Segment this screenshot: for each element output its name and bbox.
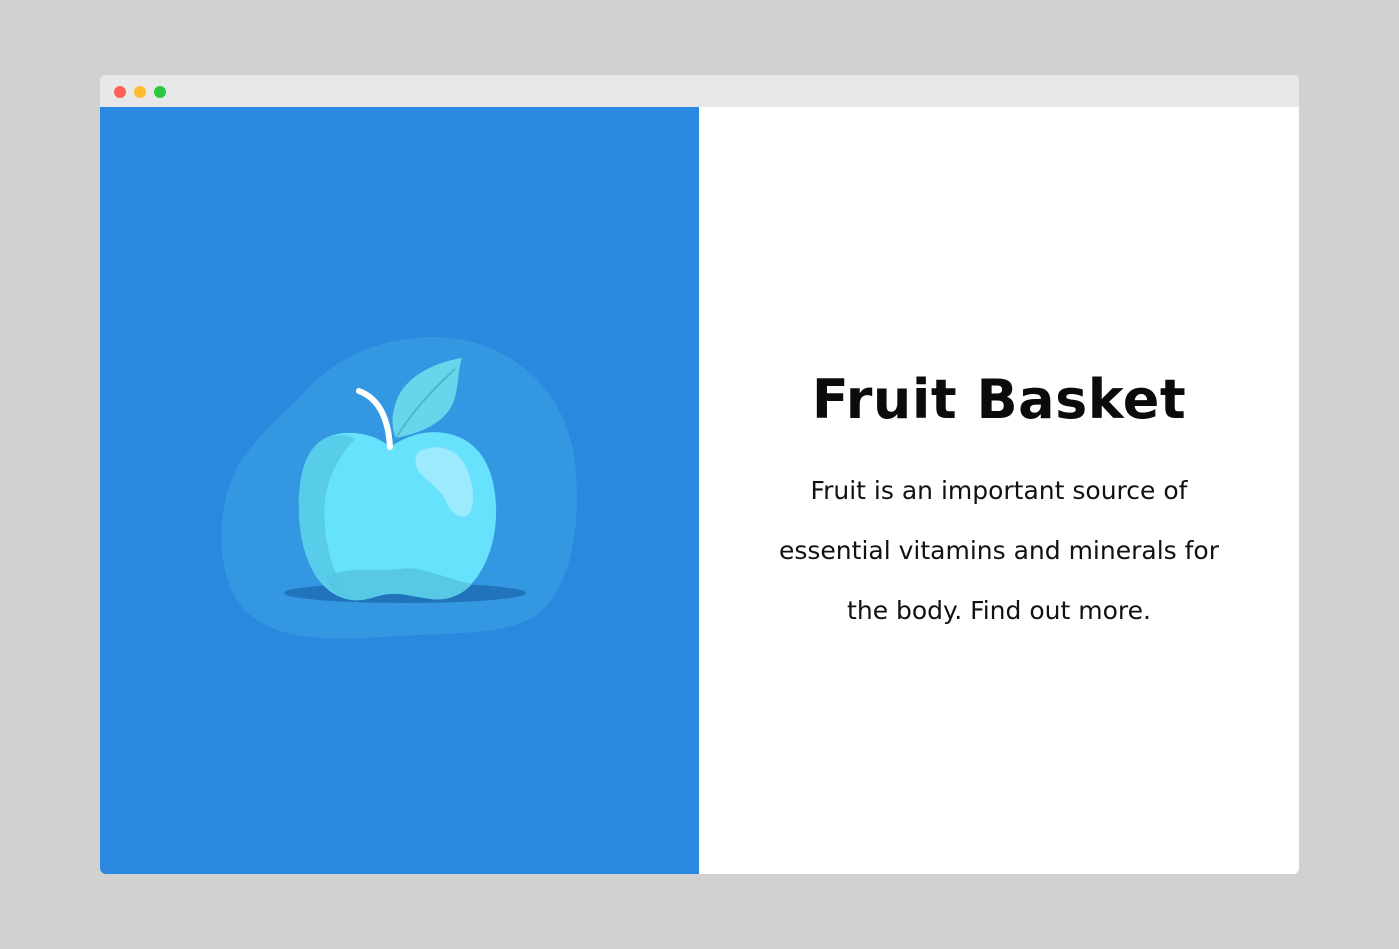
hero-text-panel: Fruit Basket Fruit is an important sourc… [699, 107, 1299, 874]
hero-image-panel [100, 107, 699, 874]
close-window-button[interactable] [114, 86, 126, 98]
page-title: Fruit Basket [811, 368, 1187, 431]
hero-description: Fruit is an important source of essentia… [779, 476, 1219, 625]
apple-icon [221, 336, 577, 639]
maximize-window-button[interactable] [154, 86, 166, 98]
minimize-window-button[interactable] [134, 86, 146, 98]
window-title-bar [100, 75, 1299, 107]
browser-window: Fruit Basket Fruit is an important sourc… [100, 75, 1299, 874]
page-content: Fruit Basket Fruit is an important sourc… [100, 107, 1299, 874]
